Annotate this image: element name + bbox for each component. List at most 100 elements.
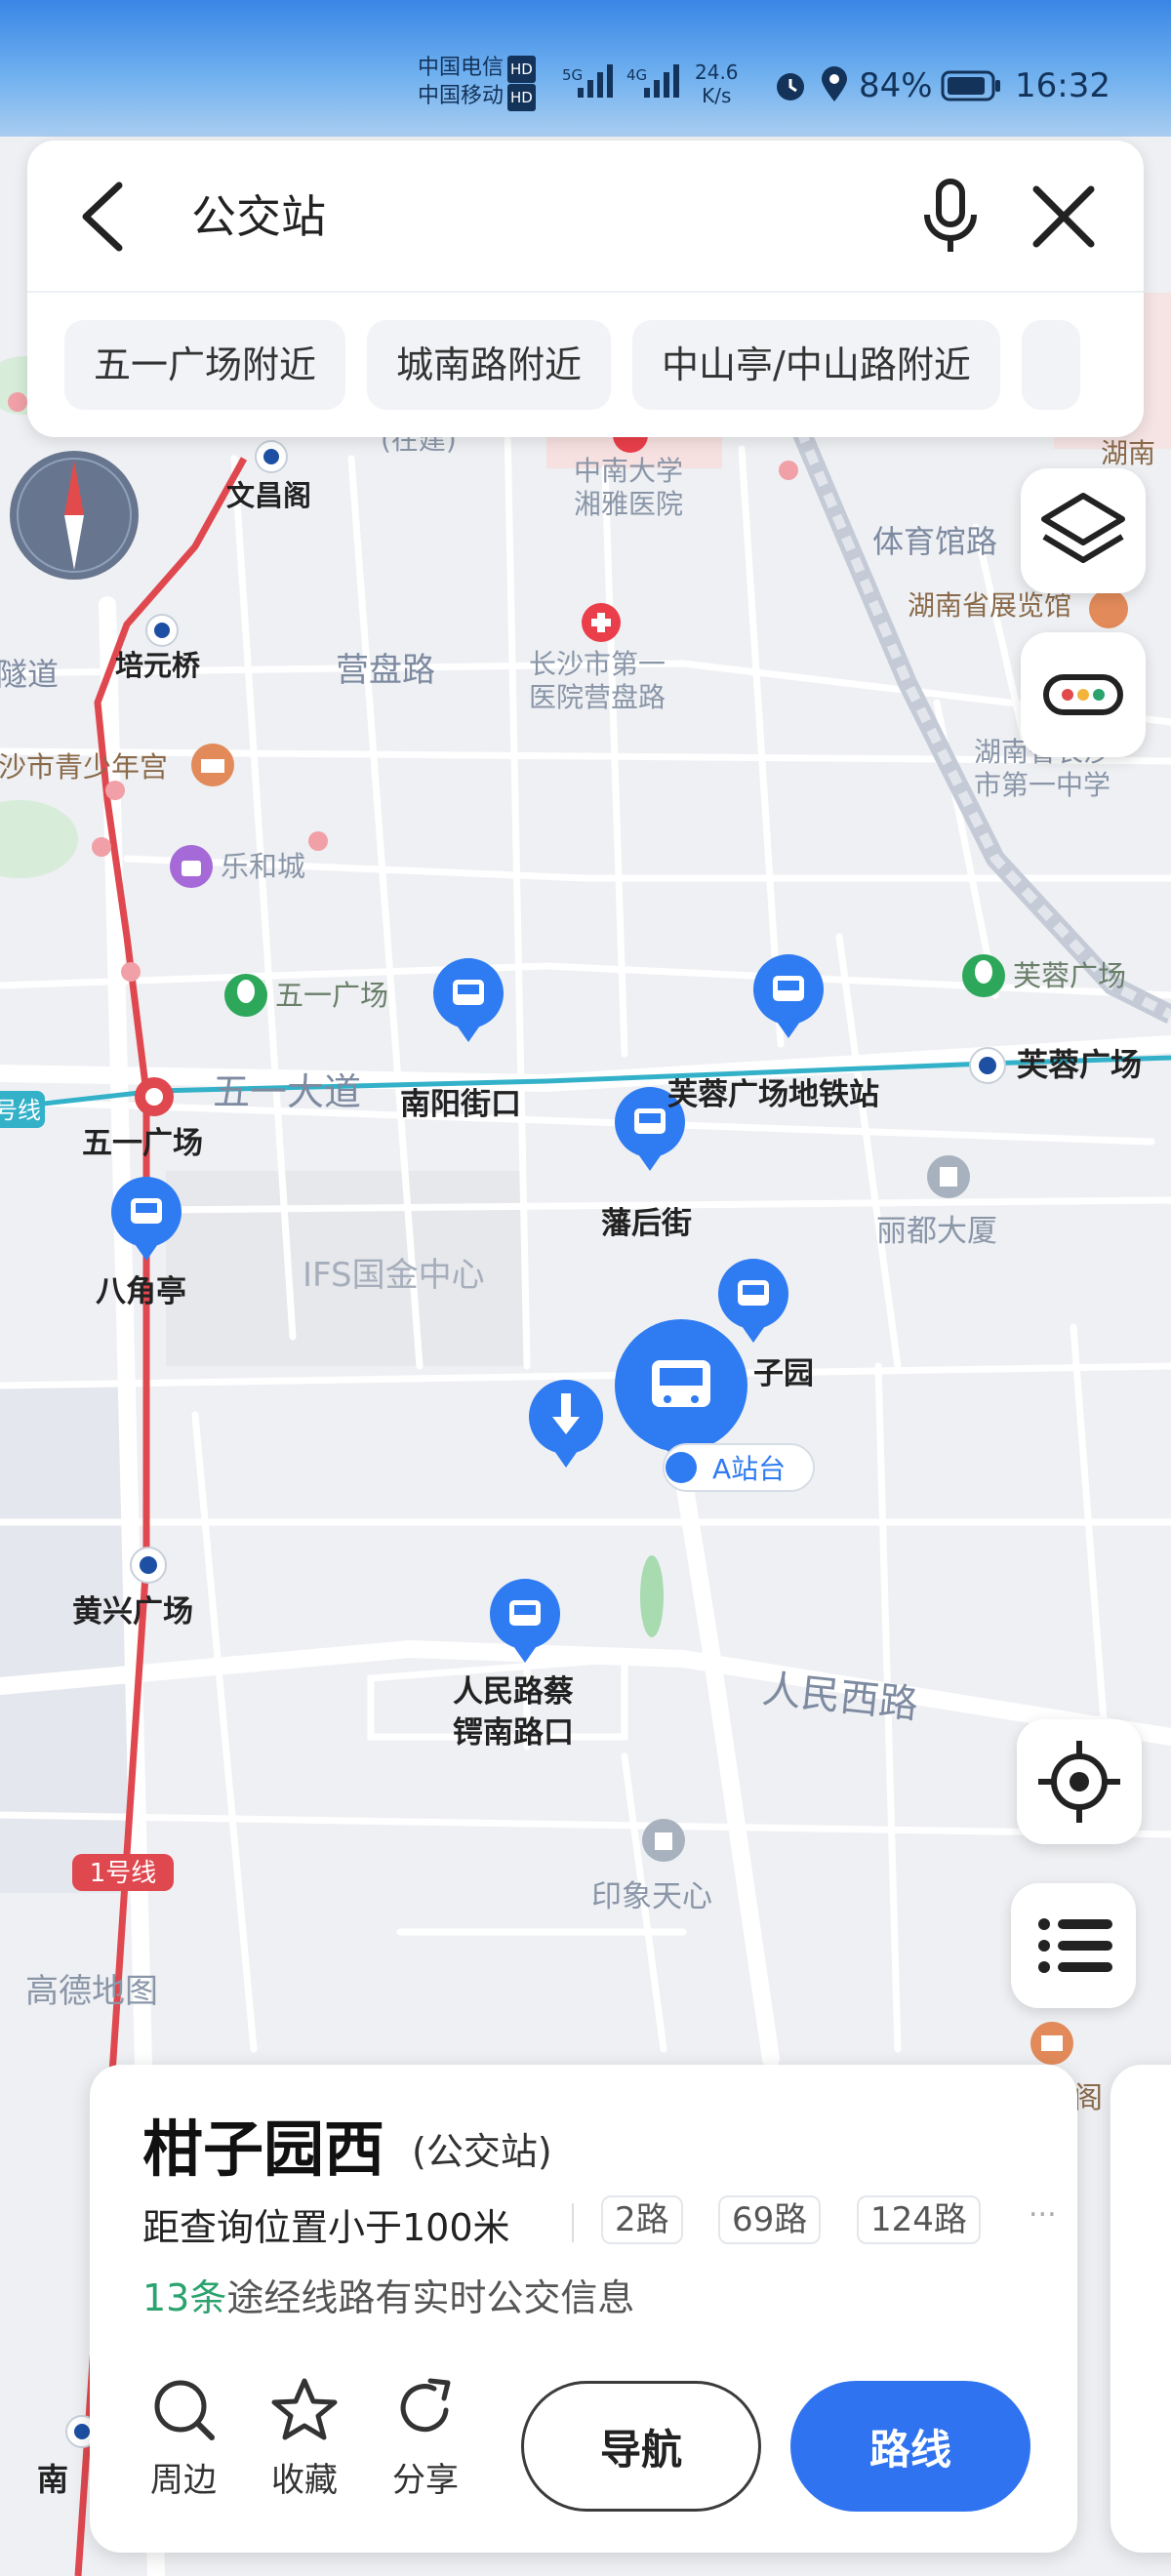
label-nanyangjiekou: 南阳街口 <box>400 1087 521 1122</box>
battery-icon <box>941 70 1000 101</box>
more-routes-indicator: ... <box>1029 2190 1057 2224</box>
label-wuyi-metro: 五一广场 <box>82 1126 203 1161</box>
museum-icon <box>191 744 234 786</box>
platform-a-badge[interactable]: A站台 <box>663 1443 815 1492</box>
metro-station-icon <box>145 614 179 647</box>
favorite-button[interactable]: 收藏 <box>256 2375 353 2501</box>
list-view-button[interactable] <box>1011 1883 1136 2008</box>
nearby-button[interactable]: 周边 <box>135 2375 232 2501</box>
back-arrow-icon <box>82 181 123 252</box>
label-xiangya-2: 湘雅医院 <box>574 488 683 520</box>
distance-text: 距查询位置小于100米 <box>142 2206 510 2249</box>
share-button[interactable]: 分享 <box>377 2375 474 2501</box>
locate-icon <box>1038 1741 1120 1823</box>
microphone-icon <box>924 179 977 252</box>
area-filter-chips: 五一广场附近 城南路附近 中山亭/中山路附近 <box>64 320 1144 414</box>
label-bajiaoting: 八角亭 <box>96 1274 186 1309</box>
label-hospital1-1: 长沙市第一 <box>529 648 666 680</box>
share-icon <box>400 2378 451 2433</box>
chip-area[interactable]: 城南路附近 <box>367 320 612 410</box>
voice-search-button[interactable] <box>909 176 991 258</box>
map-layers-button[interactable] <box>1021 468 1146 593</box>
building-icon <box>927 1155 970 1198</box>
divider <box>572 2203 574 2242</box>
clear-search-button[interactable] <box>1023 176 1105 258</box>
label-lidu: 丽都大厦 <box>876 1214 997 1249</box>
status-bar: 中国电信 HD 中国移动 HD 5G 4G 24.6 K/s 84% 16:32 <box>0 0 1171 137</box>
route-button[interactable]: 路线 <box>790 2381 1030 2512</box>
locate-me-button[interactable] <box>1017 1719 1142 1844</box>
line-tag-text: 号线 <box>0 1097 41 1124</box>
hd-badge: HD <box>507 84 536 111</box>
label-yingpanlu: 营盘路 <box>336 651 435 690</box>
close-icon <box>1032 185 1095 248</box>
realtime-count: 13条 <box>142 2276 227 2319</box>
nearby-label: 周边 <box>150 2461 217 2500</box>
hd-badge: HD <box>507 56 536 83</box>
museum-icon <box>1089 589 1128 628</box>
label-yinxiang: 印象天心 <box>591 1879 712 1914</box>
line1-tag-text: 1号线 <box>90 1859 157 1888</box>
map-watermark: 高德地图 <box>25 1972 158 2011</box>
label-huangxing: 黄兴广场 <box>72 1594 193 1630</box>
signal-icon <box>578 64 613 98</box>
location-icon <box>822 66 847 101</box>
label-hunan-prefix: 湖南 <box>1101 437 1155 469</box>
list-icon <box>1038 1918 1112 1973</box>
label-school1-2: 市第一中学 <box>974 769 1110 801</box>
label-wenchangge: 文昌阁 <box>226 479 311 512</box>
realtime-text: 途经线路有实时公交信息 <box>226 2276 635 2319</box>
navigate-button[interactable]: 导航 <box>521 2381 761 2512</box>
compass-icon[interactable] <box>10 451 139 580</box>
share-label: 分享 <box>392 2461 459 2500</box>
metro-transfer-icon <box>135 1077 174 1116</box>
label-hospital1-2: 医院营盘路 <box>529 681 666 713</box>
back-button[interactable] <box>66 176 144 258</box>
shopping-icon <box>170 845 213 888</box>
label-ifs: IFS国金中心 <box>303 1256 485 1295</box>
label-renmin-stop-2: 锷南路口 <box>453 1715 574 1751</box>
carrier2: 中国移动 <box>418 84 505 108</box>
label-youthpalace: 沙市青少年宫 <box>0 750 168 784</box>
layers-icon <box>1041 493 1125 563</box>
net-speed: 24.6 K/s <box>695 60 739 107</box>
search-input[interactable]: 公交站 <box>191 180 326 254</box>
bus-stop-detail-card[interactable]: 柑子园西 (公交站) 距查询位置小于100米 2路 69路 124路 ... 1… <box>90 2065 1077 2553</box>
metro-station-icon <box>969 1047 1006 1084</box>
label-tiyuguan: 体育馆路 <box>872 523 997 560</box>
label-furong-square: 芙蓉广场 <box>1013 959 1126 992</box>
building-icon <box>642 1819 685 1862</box>
metro-line-tag: 号线 <box>0 1091 45 1128</box>
star-icon <box>271 2378 338 2440</box>
route-tag[interactable]: 69路 <box>718 2195 822 2244</box>
route-tag[interactable]: 124路 <box>857 2195 981 2244</box>
signal-icon <box>644 64 679 98</box>
label-wuyi-poi: 五一广场 <box>275 979 388 1012</box>
label-lehecheng: 乐和城 <box>221 850 305 883</box>
label-renmin-stop-1: 人民路蔡 <box>453 1674 574 1710</box>
search-bar: 公交站 <box>27 141 1144 293</box>
label-peiyuanqiao: 培元桥 <box>115 649 200 682</box>
next-result-card-peek[interactable] <box>1110 2065 1171 2553</box>
net-speed-unit: K/s <box>702 84 732 107</box>
metro-station-icon <box>130 1547 167 1584</box>
label-wuyi-avenue: 五一大道 <box>213 1070 361 1113</box>
school-icon <box>1030 2022 1073 2065</box>
label-zhanlanguan: 湖南省展览馆 <box>908 589 1071 622</box>
label-furong-metro-station: 芙蓉广场 <box>1017 1046 1142 1083</box>
carrier1: 中国电信 <box>418 56 505 80</box>
metro-line-1-tag: 1号线 <box>72 1854 174 1891</box>
label-fanhoujie: 藩后街 <box>601 1206 692 1241</box>
park-icon <box>224 974 267 1017</box>
label-ziyuan: 子园 <box>753 1356 814 1391</box>
chip-area-more[interactable] <box>1021 320 1080 410</box>
chip-area[interactable]: 中山亭/中山路附近 <box>632 320 1000 410</box>
stop-name: 柑子园西 <box>142 2113 385 2185</box>
label-ge: 阁 <box>1073 2081 1103 2115</box>
hospital-icon <box>582 603 621 642</box>
chip-area[interactable]: 五一广场附近 <box>64 320 346 410</box>
traffic-toggle-button[interactable] <box>1021 632 1146 757</box>
route-tag[interactable]: 2路 <box>601 2195 683 2244</box>
stop-type: (公交站) <box>412 2130 552 2173</box>
label-furong-metro: 芙蓉广场地铁站 <box>667 1077 879 1112</box>
